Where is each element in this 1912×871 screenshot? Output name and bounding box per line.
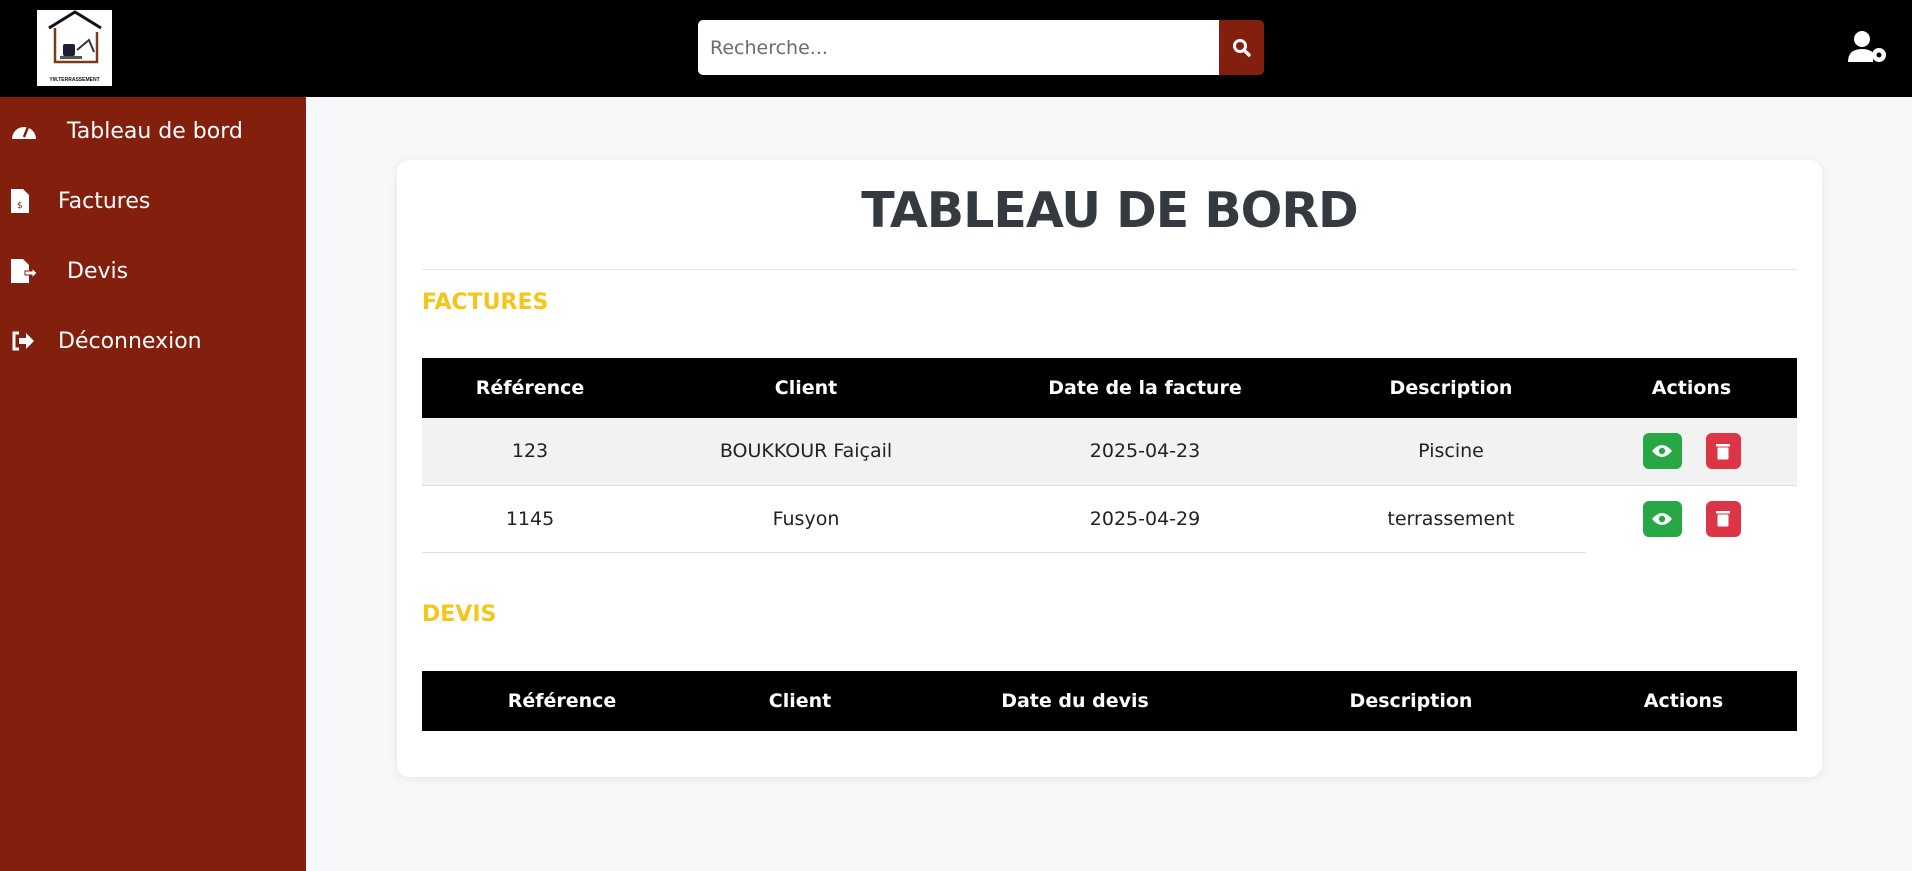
column-header: Référence (422, 358, 638, 418)
column-header: Référence (422, 671, 702, 731)
invoice-icon: $ (11, 189, 29, 213)
trash-icon (1716, 511, 1730, 527)
cell-description: Piscine (1316, 418, 1586, 486)
sign-out-icon (12, 331, 34, 351)
search-button[interactable] (1219, 20, 1264, 75)
logo-house-excavator-icon (48, 10, 102, 64)
sidebar-item-label: Devis (67, 258, 129, 284)
table-row: 123 BOUKKOUR Faiçail 2025-04-23 Piscine (422, 418, 1797, 486)
cell-client: BOUKKOUR Faiçail (638, 418, 974, 486)
view-button[interactable] (1642, 500, 1682, 537)
table-row: 1145 Fusyon 2025-04-29 terrassement (422, 485, 1797, 553)
column-header: Date de la facture (974, 358, 1316, 418)
delete-button[interactable] (1705, 433, 1741, 470)
svg-text:$: $ (17, 201, 23, 211)
column-header: Date du devis (898, 671, 1252, 731)
top-bar: YM.TERRASSEMENT (0, 0, 1912, 97)
devis-heading: DEVIS (422, 602, 497, 627)
factures-heading: FACTURES (422, 290, 549, 315)
dashboard-card: TABLEAU DE BORD FACTURES Référence Clien… (397, 160, 1822, 777)
sidebar-item-deconnexion[interactable]: Déconnexion (0, 311, 306, 371)
column-header: Client (638, 358, 974, 418)
search-bar (698, 20, 1264, 75)
column-header: Actions (1586, 358, 1797, 418)
trash-icon (1716, 443, 1730, 460)
sidebar-item-devis[interactable]: Devis (0, 241, 306, 301)
devis-table: Référence Client Date du devis Descripti… (422, 671, 1797, 731)
user-settings-icon[interactable] (1848, 30, 1888, 64)
column-header: Actions (1570, 671, 1797, 731)
sidebar-item-label: Factures (58, 188, 151, 214)
column-header: Client (702, 671, 898, 731)
cell-date: 2025-04-29 (974, 485, 1316, 553)
search-icon (1232, 38, 1251, 57)
sidebar-item-tableau-de-bord[interactable]: Tableau de bord (0, 101, 306, 161)
cell-description: terrassement (1316, 485, 1586, 553)
cell-reference: 1145 (422, 485, 638, 553)
sidebar-item-label: Déconnexion (58, 328, 202, 354)
cell-reference: 123 (422, 418, 638, 486)
eye-icon (1652, 445, 1672, 458)
search-input[interactable] (698, 20, 1219, 75)
cell-actions (1586, 485, 1797, 552)
page-title: TABLEAU DE BORD (861, 182, 1358, 239)
tachometer-icon (12, 126, 36, 139)
file-export-icon (11, 259, 37, 283)
cell-client: Fusyon (638, 485, 974, 553)
cell-date: 2025-04-23 (974, 418, 1316, 486)
sidebar: Tableau de bord $ Factures Devis Déconne… (0, 97, 306, 871)
sidebar-item-factures[interactable]: $ Factures (0, 171, 306, 231)
column-header: Description (1252, 671, 1570, 731)
sidebar-item-label: Tableau de bord (67, 118, 243, 144)
logo-text: YM.TERRASSEMENT (49, 77, 100, 83)
factures-table: Référence Client Date de la facture Desc… (422, 358, 1797, 553)
divider (422, 269, 1797, 270)
logo[interactable]: YM.TERRASSEMENT (37, 10, 112, 86)
eye-icon (1652, 512, 1672, 525)
view-button[interactable] (1642, 433, 1682, 470)
delete-button[interactable] (1705, 500, 1741, 537)
cell-actions (1586, 418, 1797, 486)
column-header: Description (1316, 358, 1586, 418)
